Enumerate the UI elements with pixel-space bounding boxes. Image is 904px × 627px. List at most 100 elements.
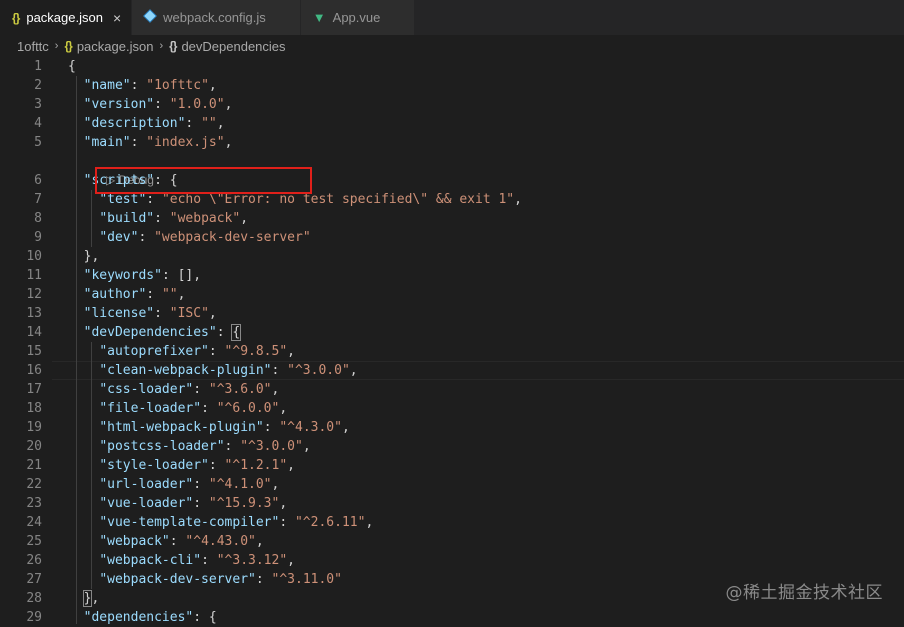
punctuation: : xyxy=(193,477,209,492)
code-line: "build": "webpack", xyxy=(68,209,248,228)
line-number: 13 xyxy=(26,306,42,321)
json-key: "postcss-loader" xyxy=(99,439,225,454)
punctuation xyxy=(68,515,99,530)
json-string: "^3.0.0" xyxy=(287,363,350,378)
breadcrumb-folder[interactable]: 1ofttc xyxy=(17,39,49,54)
json-key: "dev" xyxy=(99,230,139,245)
punctuation: : xyxy=(130,135,147,150)
code-line: "clean-webpack-plugin": "^3.0.0", xyxy=(68,361,358,380)
line-number: 3 xyxy=(34,97,42,112)
punctuation xyxy=(68,496,99,511)
line-number: 5 xyxy=(34,135,42,150)
json-string: "^1.2.1" xyxy=(224,458,288,473)
punctuation xyxy=(68,344,99,359)
punctuation: , xyxy=(514,192,522,207)
punctuation xyxy=(68,382,99,397)
punctuation xyxy=(68,401,99,416)
json-string: "^9.8.5" xyxy=(224,344,288,359)
json-key: "autoprefixer" xyxy=(99,344,209,359)
punctuation xyxy=(68,211,99,226)
code-line: "autoprefixer": "^9.8.5", xyxy=(68,342,295,361)
json-key: "dependencies" xyxy=(83,610,194,625)
punctuation: , xyxy=(365,515,374,530)
object-symbol-icon: {} xyxy=(169,39,177,53)
punctuation xyxy=(68,192,99,207)
line-number: 28 xyxy=(26,591,42,606)
punctuation: : xyxy=(208,344,225,359)
breadcrumb: 1ofttc › {} package.json › {} devDepende… xyxy=(0,35,904,57)
json-string: "" xyxy=(201,116,217,131)
json-string: "" xyxy=(161,287,178,302)
line-number: 6 xyxy=(34,173,42,188)
line-number: 20 xyxy=(26,439,42,454)
json-key: "webpack-cli" xyxy=(99,553,202,568)
code-line: "webpack-dev-server": "^3.11.0" xyxy=(68,570,342,589)
json-string: "1ofttc" xyxy=(146,78,209,93)
punctuation xyxy=(68,230,99,245)
json-key: "html-webpack-plugin" xyxy=(99,420,264,435)
punctuation: : xyxy=(263,420,280,435)
indent-guide xyxy=(76,76,77,624)
punctuation: , xyxy=(287,553,295,568)
indent-guide xyxy=(91,190,92,247)
line-number: 29 xyxy=(26,610,42,625)
json-string: "ISC" xyxy=(169,306,209,321)
punctuation: : xyxy=(169,534,186,549)
json-key: "vue-template-compiler" xyxy=(99,515,280,530)
line-number: 12 xyxy=(26,287,42,302)
punctuation: , xyxy=(271,382,280,397)
breadcrumb-file[interactable]: package.json xyxy=(77,39,154,54)
json-string: "^3.6.0" xyxy=(208,382,272,397)
punctuation: , xyxy=(271,477,280,492)
punctuation xyxy=(68,553,99,568)
line-number: 11 xyxy=(26,268,42,283)
punctuation: , xyxy=(177,287,186,302)
json-key: "license" xyxy=(83,306,155,321)
punctuation: , xyxy=(349,363,358,378)
punctuation: , xyxy=(208,306,217,321)
json-key: "style-loader" xyxy=(99,458,209,473)
punctuation: , xyxy=(287,344,295,359)
json-string: "^2.6.11" xyxy=(294,515,366,530)
punctuation: , xyxy=(279,401,288,416)
json-string: "^4.1.0" xyxy=(208,477,272,492)
code-line: "dependencies": { xyxy=(68,608,217,627)
code-line: "author": "", xyxy=(68,285,186,304)
tab-webpack-config[interactable]: webpack.config.js xyxy=(132,0,301,35)
code-line: "version": "1.0.0", xyxy=(68,95,233,114)
close-icon[interactable]: × xyxy=(113,10,121,26)
line-number: 18 xyxy=(26,401,42,416)
punctuation: , xyxy=(279,496,288,511)
code-line: "license": "ISC", xyxy=(68,304,217,323)
tab-label: App.vue xyxy=(332,10,381,25)
json-key: "name" xyxy=(83,78,131,93)
line-number: 25 xyxy=(26,534,42,549)
json-string: "^6.0.0" xyxy=(216,401,280,416)
punctuation: : xyxy=(146,287,162,302)
json-key: "clean-webpack-plugin" xyxy=(99,363,272,378)
json-string: "webpack-dev-server" xyxy=(154,230,311,245)
code-line: "dev": "webpack-dev-server" xyxy=(68,228,311,247)
chevron-right-icon: › xyxy=(54,40,59,52)
punctuation: : xyxy=(130,78,147,93)
code-line: "css-loader": "^3.6.0", xyxy=(68,380,279,399)
code-line: "file-loader": "^6.0.0", xyxy=(68,399,287,418)
code-line: "style-loader": "^1.2.1", xyxy=(68,456,295,475)
tab-app-vue[interactable]: ▼ App.vue xyxy=(300,0,416,35)
code-line: "vue-loader": "^15.9.3", xyxy=(68,494,287,513)
punctuation: : xyxy=(193,496,209,511)
code-editor[interactable]: 1 2 3 4 5 6 7 8 9 10 11 12 13 14 15 16 17 18 19 20 21 22 23 24 2… xyxy=(0,57,904,625)
line-number: 27 xyxy=(26,572,42,587)
punctuation: , xyxy=(240,211,249,226)
punctuation: }, xyxy=(68,249,100,264)
line-number: 23 xyxy=(26,496,42,511)
webpack-icon xyxy=(143,9,157,25)
tab-package-json[interactable]: {} package.json × xyxy=(0,0,133,35)
line-number: 2 xyxy=(34,78,42,93)
watermark: @稀土掘金技术社区 xyxy=(725,583,883,603)
json-key: "test" xyxy=(99,192,147,207)
json-string: "webpack" xyxy=(169,211,241,226)
punctuation xyxy=(68,572,99,587)
punctuation: , xyxy=(208,78,217,93)
breadcrumb-symbol[interactable]: devDependencies xyxy=(181,39,285,54)
